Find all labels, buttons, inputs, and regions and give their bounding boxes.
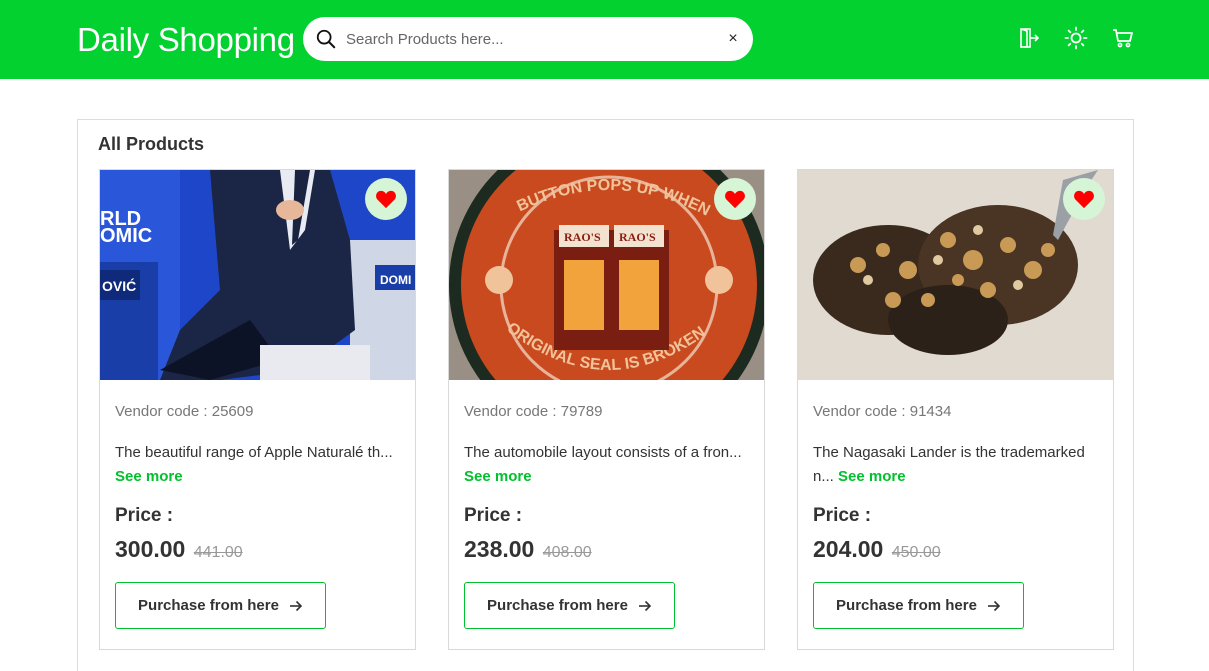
arrow-right-icon (289, 600, 303, 611)
purchase-button[interactable]: Purchase from here (464, 582, 675, 629)
vendor-code: Vendor code : 25609 (115, 403, 254, 420)
favorite-button[interactable] (365, 178, 407, 220)
svg-text:OMIC: OMIC (100, 225, 152, 247)
vendor-code: Vendor code : 91434 (813, 403, 952, 420)
price-value: 238.00 408.00 (464, 536, 592, 562)
price-label: Price : (115, 505, 174, 526)
search-bar: × (303, 17, 753, 61)
product-description: The Nagasaki Lander is the trademarked n… (813, 444, 1085, 485)
favorite-button[interactable] (1063, 178, 1105, 220)
arrow-right-icon (987, 600, 1001, 611)
product-image[interactable] (798, 170, 1113, 380)
product-card: BUTTON POPS UP WHEN ORIGINAL SEAL IS BRO… (448, 169, 765, 650)
svg-text:RAO'S: RAO'S (619, 230, 656, 244)
see-more-link[interactable]: See more (838, 468, 906, 485)
heart-icon (376, 190, 396, 209)
old-price: 441.00 (193, 544, 243, 561)
arrow-right-icon (638, 600, 652, 611)
see-more-link[interactable]: See more (464, 468, 532, 485)
product-card: Vendor code : 91434 The Nagasaki Lander … (797, 169, 1114, 650)
login-icon[interactable] (1017, 26, 1041, 50)
sun-icon[interactable] (1064, 26, 1088, 50)
clear-search-button[interactable]: × (722, 28, 744, 50)
price-label: Price : (813, 505, 872, 526)
svg-text:DOMI: DOMI (380, 273, 411, 287)
product-card: RLD OMIC OVIĆ DOMI Vendor code : 25609 T… (99, 169, 416, 650)
purchase-button[interactable]: Purchase from here (813, 582, 1024, 629)
old-price: 450.00 (891, 544, 941, 561)
heart-icon (725, 190, 745, 209)
section-title: All Products (98, 134, 205, 154)
search-icon[interactable] (315, 28, 337, 50)
heart-icon (1074, 190, 1094, 209)
purchase-button[interactable]: Purchase from here (115, 582, 326, 629)
product-image[interactable]: RLD OMIC OVIĆ DOMI (100, 170, 415, 380)
product-description: The automobile layout consists of a fron… (464, 444, 742, 485)
price-value: 204.00 450.00 (813, 536, 941, 562)
price-value: 300.00 441.00 (115, 536, 243, 562)
product-description: The beautiful range of Apple Naturalé th… (115, 444, 393, 485)
top-header: Daily Shopping × (0, 0, 1209, 79)
product-image[interactable]: BUTTON POPS UP WHEN ORIGINAL SEAL IS BRO… (449, 170, 764, 380)
svg-text:OVIĆ: OVIĆ (102, 277, 136, 294)
price-label: Price : (464, 505, 523, 526)
cart-icon[interactable] (1111, 26, 1135, 50)
old-price: 408.00 (542, 544, 592, 561)
brand-logo[interactable]: Daily Shopping (77, 20, 295, 60)
search-input[interactable] (346, 27, 716, 51)
see-more-link[interactable]: See more (115, 468, 183, 485)
favorite-button[interactable] (714, 178, 756, 220)
svg-text:RAO'S: RAO'S (564, 230, 601, 244)
products-panel: All Products RLD OMIC OVIĆ DOMI Vendor c… (77, 119, 1134, 671)
vendor-code: Vendor code : 79789 (464, 403, 603, 420)
